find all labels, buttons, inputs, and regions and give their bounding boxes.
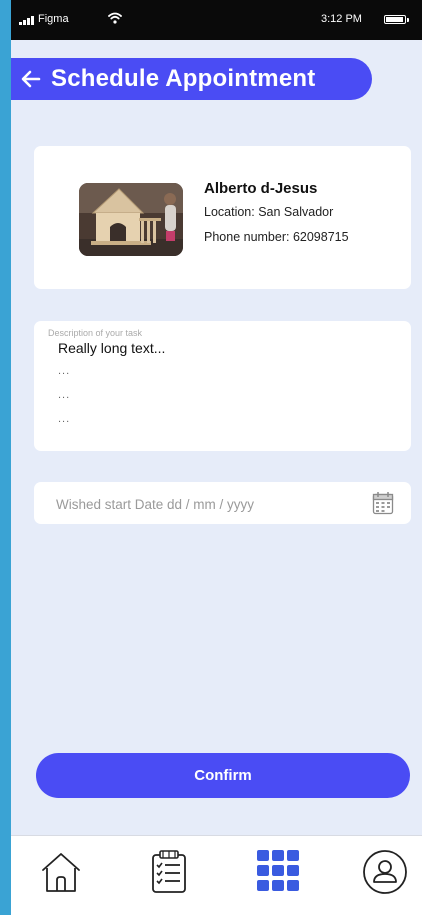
page-header: Schedule Appointment [11, 58, 372, 100]
arrow-left-icon[interactable] [11, 70, 51, 88]
start-date-field[interactable]: Wished start Date dd / mm / yyyy [34, 482, 411, 524]
start-date-placeholder: Wished start Date dd / mm / yyyy [56, 497, 255, 512]
status-left: Figma [19, 14, 69, 25]
professional-location: Location: San Salvador [204, 205, 334, 219]
signal-icon [19, 16, 34, 25]
bottom-nav [11, 835, 422, 915]
description-label: Description of your task [48, 328, 143, 338]
professional-name: Alberto d-Jesus [204, 180, 318, 197]
description-line: ... [58, 389, 71, 401]
professional-photo [79, 183, 183, 256]
confirm-button[interactable]: Confirm [36, 753, 410, 798]
description-line: ... [58, 365, 71, 377]
checklist-icon[interactable] [150, 849, 188, 900]
description-line: ... [58, 413, 71, 425]
home-icon[interactable] [39, 849, 83, 900]
professional-card: Alberto d-Jesus Location: San Salvador P… [34, 146, 411, 289]
status-time: 3:12 PM [321, 13, 362, 25]
page-title: Schedule Appointment [51, 65, 316, 92]
calendar-icon[interactable] [372, 491, 394, 520]
grid-icon[interactable] [256, 849, 300, 898]
phone-screen: Figma 3:12 PM Schedule Appointment Alber… [11, 0, 422, 915]
carrier-label: Figma [38, 13, 69, 25]
task-description-field[interactable]: Description of your task Really long tex… [34, 321, 411, 451]
wifi-icon [108, 12, 122, 27]
battery-icon [384, 15, 409, 24]
status-bar: Figma 3:12 PM [11, 0, 422, 40]
description-text: Really long text... [58, 340, 166, 356]
professional-phone: Phone number: 62098715 [204, 230, 349, 244]
profile-icon[interactable] [362, 849, 408, 900]
